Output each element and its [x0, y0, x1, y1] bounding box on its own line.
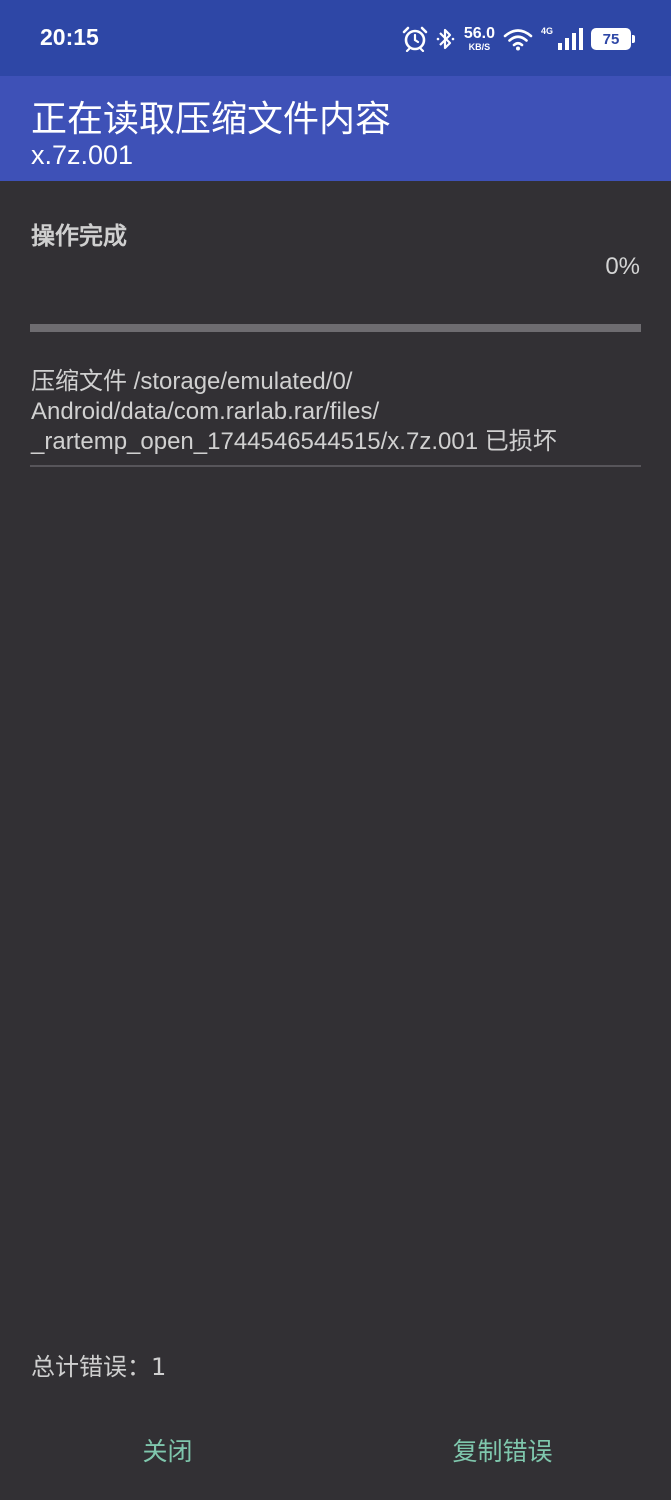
network-speed-unit: KB/S [468, 42, 491, 52]
network-speed: 56.0 KB/S [464, 26, 495, 52]
network-type: 4G [540, 26, 553, 36]
copy-errors-button[interactable]: 复制错误 [430, 1420, 575, 1480]
alarm-icon [402, 26, 428, 52]
app-bar: 正在读取压缩文件内容 x.7z.001 [0, 76, 671, 181]
bluetooth-icon [436, 26, 456, 52]
status-time: 20:15 [40, 24, 99, 50]
screen: 20:15 56.0 KB/S 4G 75 正在读取压缩文件内容 x.7z.00… [0, 0, 671, 1500]
status-bar: 20:15 56.0 KB/S 4G 75 [0, 0, 671, 76]
progress-percent: 0% [605, 253, 640, 280]
archive-name: x.7z.001 [31, 140, 134, 170]
progress-bar [30, 324, 641, 332]
signal-icon [557, 27, 583, 51]
divider [30, 465, 641, 467]
battery-indicator: 75 [591, 28, 635, 50]
status-icons: 56.0 KB/S 4G 75 [402, 22, 635, 56]
wifi-icon [503, 27, 533, 51]
operation-status: 操作完成 [31, 222, 127, 250]
error-message: 压缩文件 /storage/emulated/0/ Android/data/c… [31, 368, 557, 455]
page-title: 正在读取压缩文件内容 [31, 99, 392, 140]
close-button[interactable]: 关闭 [110, 1420, 225, 1480]
total-errors: 总计错误：1 [31, 1353, 167, 1381]
network-speed-value: 56.0 [463, 25, 495, 42]
